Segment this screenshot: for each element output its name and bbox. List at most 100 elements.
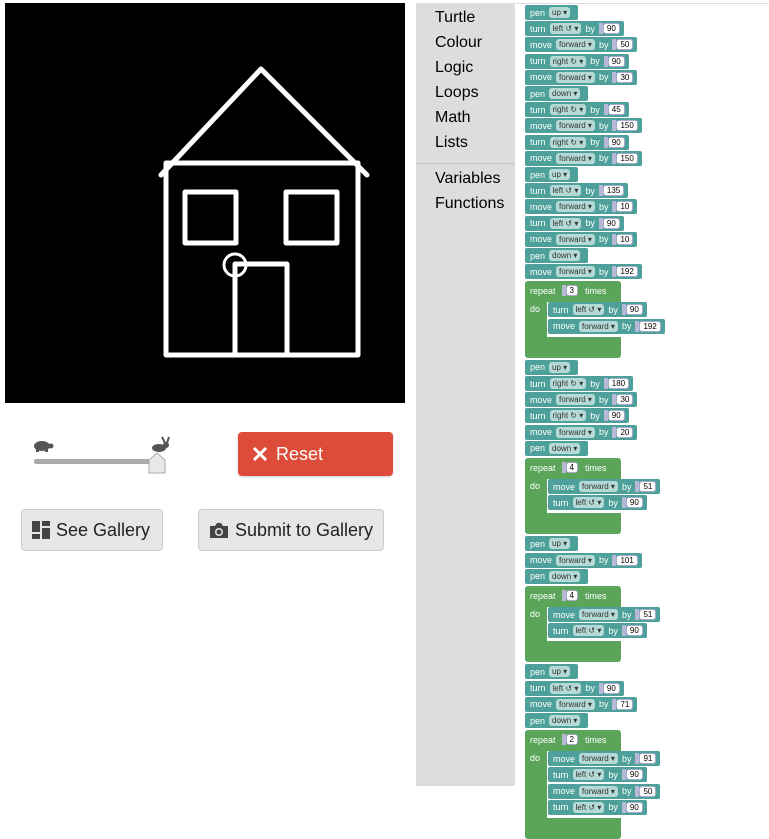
- category-variables[interactable]: Variables: [435, 170, 501, 188]
- submit-gallery-button[interactable]: Submit to Gallery: [198, 509, 384, 551]
- block-dropdown[interactable]: right ↻ ▾: [549, 55, 587, 67]
- block-dropdown[interactable]: right ↻ ▾: [549, 378, 587, 389]
- block-dropdown[interactable]: right ↻ ▾: [549, 136, 587, 148]
- number-field[interactable]: 150: [616, 120, 638, 132]
- block-dropdown[interactable]: left ↺ ▾: [572, 625, 605, 637]
- see-gallery-button[interactable]: See Gallery: [21, 509, 163, 551]
- move-block[interactable]: move forward ▾ by 192: [525, 264, 642, 280]
- turn-block[interactable]: turn left ↺ ▾ by 90: [548, 495, 647, 511]
- move-block[interactable]: move forward ▾ by 50: [525, 37, 638, 53]
- move-block[interactable]: move forward ▾ by 51: [548, 607, 661, 622]
- block-dropdown[interactable]: forward ▾: [556, 71, 595, 83]
- turn-block[interactable]: turn right ↻ ▾ by 45: [525, 102, 629, 118]
- turn-block[interactable]: turn right ↻ ▾ by 90: [525, 134, 629, 150]
- number-field[interactable]: 30: [616, 71, 634, 83]
- category-loops[interactable]: Loops: [435, 84, 479, 102]
- speed-knob[interactable]: [148, 452, 166, 474]
- pen-block[interactable]: pen up ▾: [525, 536, 579, 552]
- repeat-count[interactable]: 4: [565, 590, 578, 601]
- category-colour[interactable]: Colour: [435, 34, 482, 52]
- block-dropdown[interactable]: up ▾: [549, 666, 571, 678]
- number-field[interactable]: 90: [625, 801, 643, 813]
- block-dropdown[interactable]: forward ▾: [556, 554, 595, 566]
- category-logic[interactable]: Logic: [435, 59, 473, 77]
- number-field[interactable]: 90: [602, 23, 620, 35]
- number-field[interactable]: 20: [616, 426, 634, 438]
- block-dropdown[interactable]: forward ▾: [556, 266, 595, 278]
- turn-block[interactable]: turn left ↺ ▾ by 90: [548, 799, 647, 815]
- block-dropdown[interactable]: up ▾: [549, 169, 571, 180]
- block-dropdown[interactable]: forward ▾: [556, 426, 595, 438]
- number-field[interactable]: 51: [639, 481, 657, 492]
- number-field[interactable]: 135: [602, 185, 625, 197]
- repeat-count[interactable]: 3: [565, 285, 578, 297]
- block-dropdown[interactable]: left ↺ ▾: [572, 304, 605, 316]
- number-field[interactable]: 51: [639, 609, 657, 620]
- number-field[interactable]: 91: [639, 753, 657, 765]
- reset-button[interactable]: Reset: [238, 432, 393, 476]
- pen-block[interactable]: pen down ▾: [525, 568, 589, 584]
- block-dropdown[interactable]: forward ▾: [556, 394, 595, 406]
- turn-block[interactable]: turn right ↻ ▾ by 180: [525, 376, 634, 391]
- number-field[interactable]: 192: [639, 320, 661, 332]
- block-dropdown[interactable]: up ▾: [549, 361, 571, 373]
- block-dropdown[interactable]: up ▾: [549, 538, 571, 550]
- move-block[interactable]: move forward ▾ by 30: [525, 69, 638, 85]
- pen-block[interactable]: pen up ▾: [525, 359, 579, 375]
- turn-block[interactable]: turn left ↺ ▾ by 90: [548, 767, 647, 783]
- number-field[interactable]: 192: [616, 266, 638, 278]
- number-field[interactable]: 90: [607, 55, 625, 67]
- number-field[interactable]: 101: [616, 554, 638, 566]
- block-dropdown[interactable]: down ▾: [549, 250, 581, 261]
- block-dropdown[interactable]: forward ▾: [556, 698, 595, 710]
- number-field[interactable]: 50: [639, 785, 657, 797]
- pen-block[interactable]: pen down ▾: [525, 713, 589, 728]
- block-dropdown[interactable]: forward ▾: [556, 152, 595, 164]
- pen-block[interactable]: pen down ▾: [525, 440, 589, 456]
- number-field[interactable]: 90: [625, 625, 643, 637]
- number-field[interactable]: 90: [625, 304, 643, 316]
- pen-block[interactable]: pen down ▾: [525, 86, 589, 101]
- number-field[interactable]: 50: [616, 39, 634, 51]
- blockly-workspace[interactable]: pen up ▾ turn left ↺ ▾ by 90 move forward ▾ by 50…: [515, 3, 769, 839]
- repeat-count[interactable]: 2: [565, 734, 578, 746]
- block-dropdown[interactable]: left ↺ ▾: [572, 769, 605, 781]
- number-field[interactable]: 10: [616, 233, 634, 245]
- number-field[interactable]: 90: [625, 497, 643, 509]
- number-field[interactable]: 90: [602, 682, 620, 694]
- move-block[interactable]: move forward ▾ by 192: [548, 318, 665, 334]
- block-dropdown[interactable]: down ▾: [549, 570, 581, 582]
- block-dropdown[interactable]: forward ▾: [579, 481, 618, 492]
- turn-block[interactable]: turn left ↺ ▾ by 90: [548, 302, 647, 318]
- block-dropdown[interactable]: left ↺ ▾: [549, 23, 582, 35]
- block-dropdown[interactable]: left ↺ ▾: [549, 217, 582, 229]
- block-dropdown[interactable]: forward ▾: [556, 120, 595, 132]
- block-dropdown[interactable]: left ↺ ▾: [572, 497, 605, 509]
- move-block[interactable]: move forward ▾ by 30: [525, 392, 638, 408]
- block-dropdown[interactable]: right ↻ ▾: [549, 104, 587, 116]
- block-dropdown[interactable]: right ↻ ▾: [549, 410, 587, 422]
- block-dropdown[interactable]: down ▾: [549, 715, 581, 726]
- number-field[interactable]: 90: [602, 217, 620, 229]
- move-block[interactable]: move forward ▾ by 150: [525, 118, 642, 134]
- pen-block[interactable]: pen up ▾: [525, 167, 579, 182]
- pen-block[interactable]: pen up ▾: [525, 664, 579, 680]
- block-dropdown[interactable]: down ▾: [549, 88, 581, 99]
- number-field[interactable]: 30: [616, 394, 634, 406]
- number-field[interactable]: 150: [616, 152, 638, 164]
- block-dropdown[interactable]: left ↺ ▾: [549, 185, 582, 197]
- number-field[interactable]: 10: [616, 201, 634, 213]
- move-block[interactable]: move forward ▾ by 51: [548, 479, 661, 494]
- number-field[interactable]: 90: [607, 136, 625, 148]
- block-dropdown[interactable]: forward ▾: [556, 201, 595, 213]
- repeat-count[interactable]: 4: [565, 462, 578, 473]
- turn-block[interactable]: turn left ↺ ▾ by 90: [525, 21, 624, 37]
- turn-block[interactable]: turn right ↻ ▾ by 90: [525, 53, 629, 69]
- turn-block[interactable]: turn left ↺ ▾ by 90: [525, 215, 624, 231]
- speed-slider[interactable]: [32, 436, 174, 476]
- move-block[interactable]: move forward ▾ by 91: [548, 751, 661, 767]
- move-block[interactable]: move forward ▾ by 10: [525, 199, 638, 215]
- category-turtle[interactable]: Turtle: [435, 9, 475, 27]
- turn-block[interactable]: turn left ↺ ▾ by 135: [525, 183, 629, 199]
- block-dropdown[interactable]: left ↺ ▾: [549, 682, 582, 694]
